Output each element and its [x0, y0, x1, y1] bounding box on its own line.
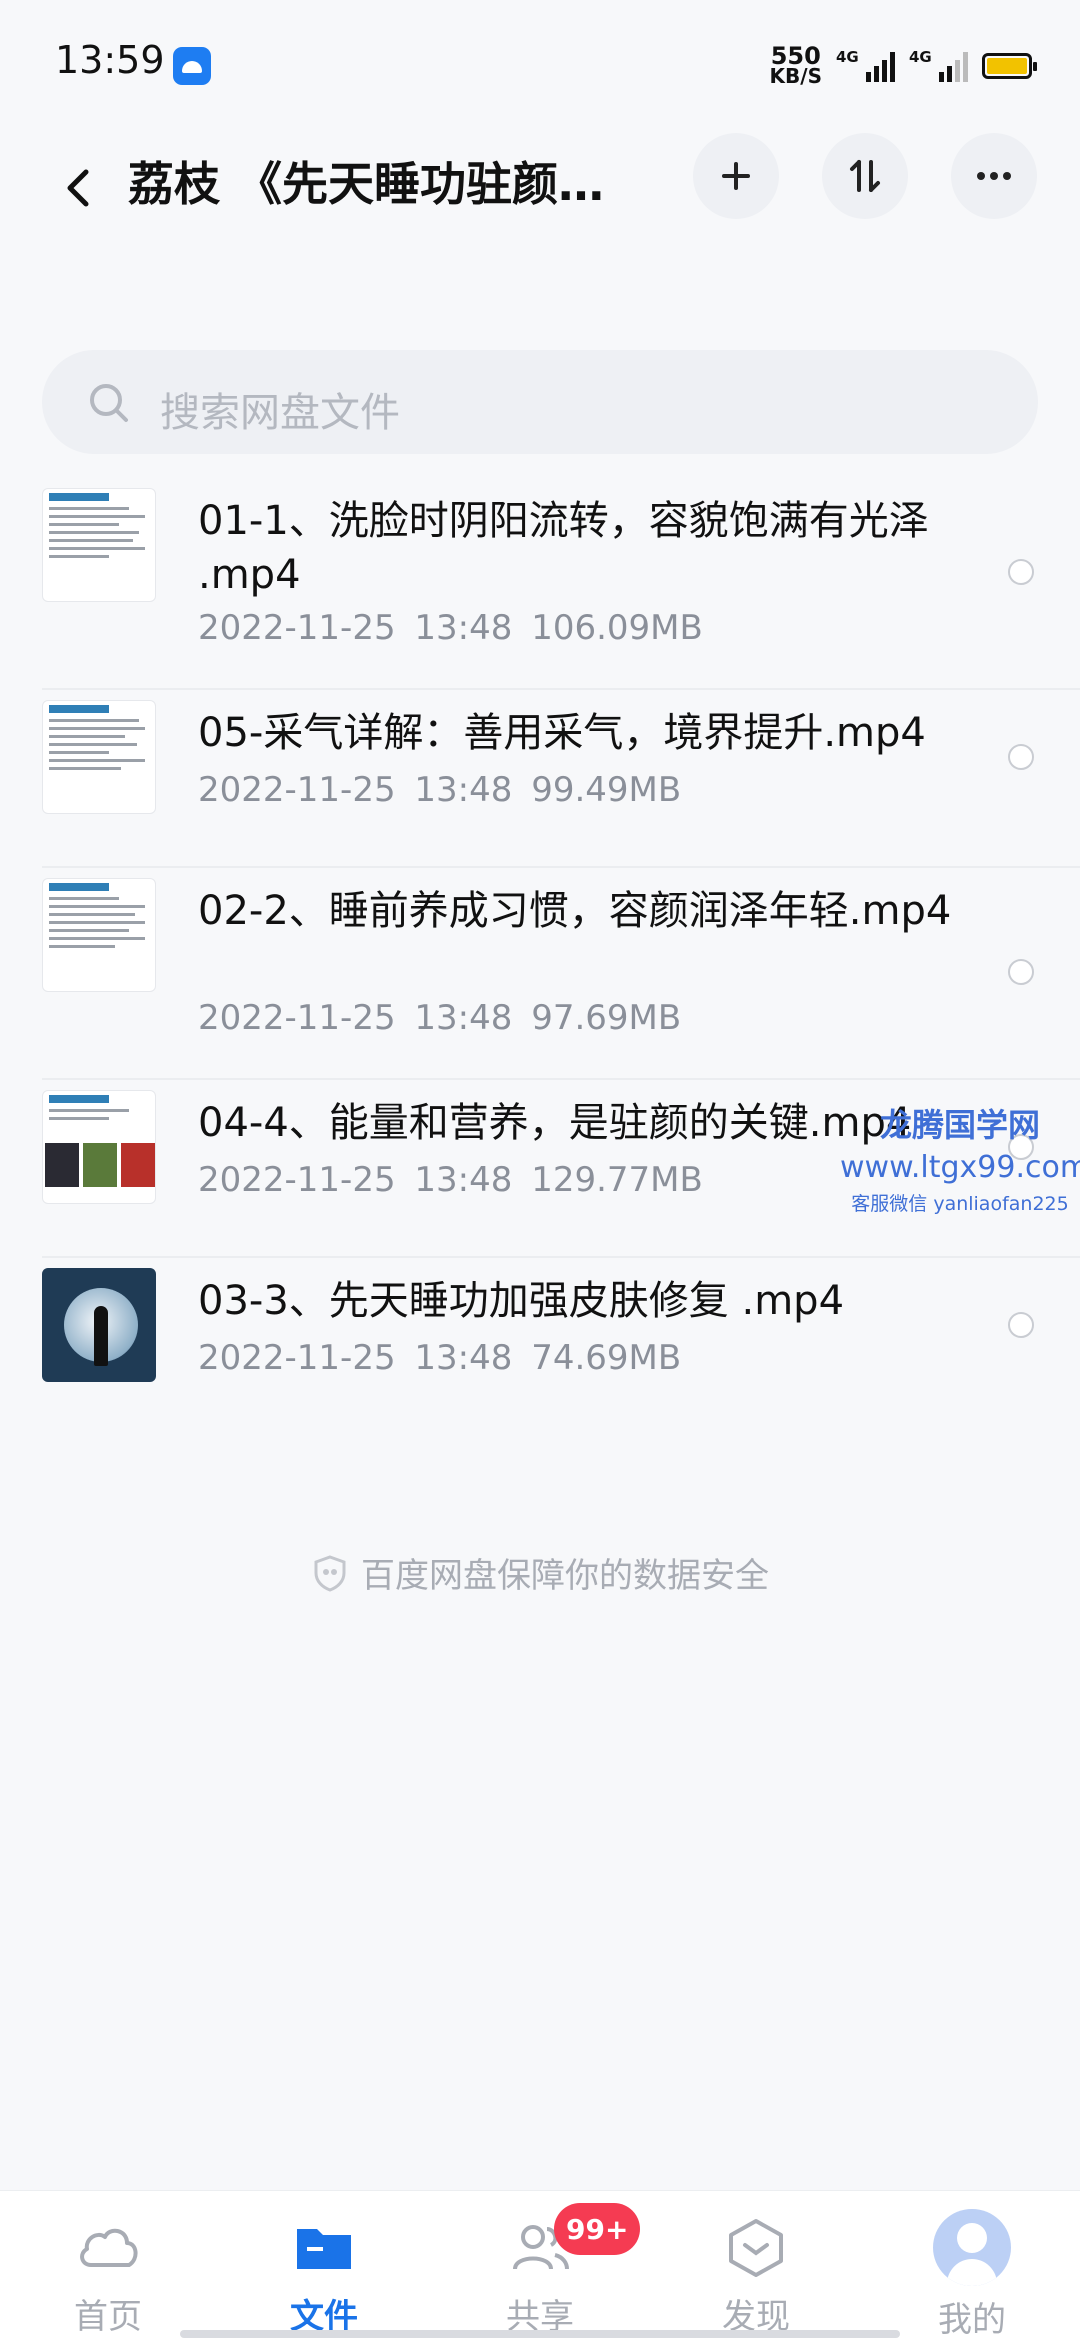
nav-discover[interactable]: 发现	[648, 2191, 864, 2340]
sort-icon	[850, 160, 880, 192]
bottom-nav: 首页 文件 共享 99+ 发现 我的	[0, 2190, 1080, 2340]
file-size: 74.69MB	[531, 1338, 682, 1378]
file-name: 01-1、洗脸时阴阳流转，容貌饱满有光泽 .mp4	[198, 498, 929, 598]
cloud-icon	[80, 2228, 138, 2267]
watermark-title: 龙腾国学网	[879, 1106, 1040, 1144]
file-name: 05-采气详解：善用采气，境界提升.mp4	[198, 710, 926, 756]
home-indicator	[180, 2330, 900, 2338]
file-thumbnail	[42, 878, 156, 992]
file-size: 106.09MB	[531, 608, 703, 648]
file-select-checkbox[interactable]	[1008, 744, 1034, 770]
signal-type-label-2: 4G	[909, 48, 932, 66]
nav-mine[interactable]: 我的	[864, 2191, 1080, 2340]
file-select-checkbox[interactable]	[1008, 559, 1034, 585]
file-time: 13:48	[414, 1338, 513, 1378]
nav-files[interactable]: 文件	[216, 2191, 432, 2340]
signal-icon-2: 4G	[909, 48, 968, 82]
signal-type-label: 4G	[836, 48, 859, 66]
file-meta: 2022-11-25 13:48 129.77MB	[198, 1160, 703, 1200]
safety-note: 百度网盘保障你的数据安全	[0, 1548, 1080, 1597]
file-size: 99.49MB	[531, 770, 682, 810]
file-thumbnail	[42, 488, 156, 602]
file-date: 2022-11-25	[198, 1338, 396, 1378]
file-time: 13:48	[414, 998, 513, 1038]
file-row[interactable]: 03-3、先天睡功加强皮肤修复 .mp4 2022-11-25 13:48 74…	[0, 1258, 1080, 1434]
network-speed-value: 550	[770, 42, 821, 70]
android-notification-icon	[173, 47, 211, 85]
nav-share[interactable]: 共享 99+	[432, 2191, 648, 2340]
discover-icon	[729, 2219, 783, 2277]
shield-icon	[314, 1554, 346, 1592]
nav-home-label: 首页	[74, 2297, 142, 2337]
file-meta: 2022-11-25 13:48 97.69MB	[198, 998, 681, 1038]
folder-icon	[297, 2229, 351, 2269]
search-input[interactable]: 搜索网盘文件	[42, 350, 1038, 454]
status-bar: 13:59 550 KB/S 4G 4G	[0, 0, 1080, 130]
notification-badge: 99+	[554, 2203, 641, 2255]
file-size: 97.69MB	[531, 998, 682, 1038]
file-date: 2022-11-25	[198, 1160, 396, 1200]
search-placeholder: 搜索网盘文件	[160, 390, 400, 436]
sort-button[interactable]	[822, 133, 908, 219]
file-date: 2022-11-25	[198, 998, 396, 1038]
more-icon	[977, 172, 1011, 180]
file-row[interactable]: 01-1、洗脸时阴阳流转，容貌饱满有光泽 .mp4 2022-11-25 13:…	[0, 478, 1080, 690]
plus-icon	[722, 162, 750, 190]
file-row[interactable]: 02-2、睡前养成习惯，容颜润泽年轻.mp4 2022-11-25 13:48 …	[0, 868, 1080, 1080]
status-indicators: 550 KB/S 4G 4G	[769, 42, 1037, 90]
chevron-left-icon	[67, 169, 89, 207]
back-button[interactable]	[50, 158, 110, 218]
add-button[interactable]	[693, 133, 779, 219]
file-row[interactable]: 05-采气详解：善用采气，境界提升.mp4 2022-11-25 13:48 9…	[0, 690, 1080, 868]
file-name: 02-2、睡前养成习惯，容颜润泽年轻.mp4	[198, 888, 952, 934]
file-select-checkbox[interactable]	[1008, 959, 1034, 985]
file-size: 129.77MB	[531, 1160, 703, 1200]
watermark-wechat: 客服微信 yanliaofan225	[851, 1193, 1069, 1215]
signal-icon: 4G	[836, 48, 895, 82]
file-name: 03-3、先天睡功加强皮肤修复 .mp4	[198, 1278, 845, 1324]
safety-text: 百度网盘保障你的数据安全	[361, 1556, 769, 1596]
status-time: 13:59	[55, 38, 165, 82]
search-icon	[90, 384, 128, 422]
file-time: 13:48	[414, 1160, 513, 1200]
header: 荔枝 《先天睡功驻颜…	[0, 130, 1080, 260]
file-thumbnail	[42, 1090, 156, 1204]
file-meta: 2022-11-25 13:48 106.09MB	[198, 608, 703, 648]
battery-icon	[982, 53, 1037, 79]
watermark: 龙腾国学网 www.ltgx99.com 客服微信 yanliaofan225	[840, 1100, 1080, 1216]
nav-home[interactable]: 首页	[0, 2191, 216, 2340]
watermark-url: www.ltgx99.com	[840, 1150, 1080, 1185]
file-thumbnail	[42, 1268, 156, 1382]
file-date: 2022-11-25	[198, 770, 396, 810]
file-meta: 2022-11-25 13:48 99.49MB	[198, 770, 681, 810]
nav-mine-label: 我的	[938, 2300, 1006, 2340]
more-button[interactable]	[951, 133, 1037, 219]
file-time: 13:48	[414, 608, 513, 648]
avatar	[933, 2209, 1011, 2286]
network-speed-unit: KB/S	[769, 64, 822, 88]
file-date: 2022-11-25	[198, 608, 396, 648]
file-thumbnail	[42, 700, 156, 814]
page-title: 荔枝 《先天睡功驻颜…	[128, 157, 605, 211]
file-time: 13:48	[414, 770, 513, 810]
file-meta: 2022-11-25 13:48 74.69MB	[198, 1338, 681, 1378]
file-select-checkbox[interactable]	[1008, 1312, 1034, 1338]
network-speed: 550 KB/S	[769, 42, 822, 88]
